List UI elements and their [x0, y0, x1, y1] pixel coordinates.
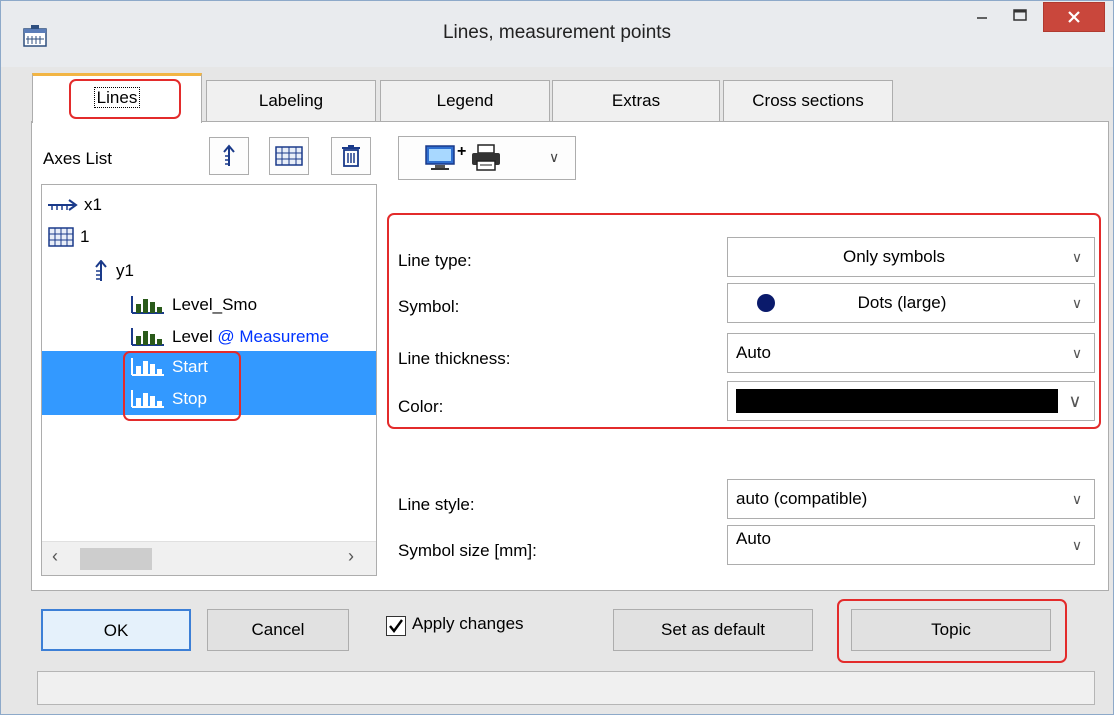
- axes-list-label: Axes List: [43, 149, 112, 168]
- chevron-down-icon: ∨: [1071, 344, 1083, 361]
- close-icon: [1068, 11, 1080, 23]
- tab-label: Cross sections: [752, 91, 864, 110]
- line-style-value: auto (compatible): [736, 489, 868, 508]
- grid-icon: [275, 146, 303, 166]
- tree-item-label: Level_Smo: [172, 295, 258, 314]
- tab-label: Lines: [93, 87, 141, 108]
- tree-item-label: Level: [172, 327, 213, 346]
- topic-button[interactable]: Topic: [851, 609, 1051, 651]
- symbol-value: Dots (large): [857, 293, 947, 312]
- apply-changes-checkbox[interactable]: [386, 616, 406, 636]
- chevron-down-icon: ∨: [1071, 294, 1083, 311]
- tree-item-grid-1[interactable]: 1: [48, 221, 89, 253]
- axis-add-icon: [223, 144, 235, 166]
- symbol-select[interactable]: Dots (large) ∨: [727, 283, 1095, 323]
- line-thickness-label: Line thickness:: [398, 349, 511, 368]
- tree-item-level-smo[interactable]: Level_Smo: [130, 289, 257, 321]
- line-style-select[interactable]: auto (compatible) ∨: [727, 479, 1095, 519]
- set-default-button[interactable]: Set as default: [613, 609, 813, 651]
- color-select[interactable]: ∨: [727, 381, 1095, 421]
- tree-item-label: 1: [80, 227, 90, 246]
- monitor-icon: [425, 145, 455, 170]
- device-selector[interactable]: + ∨: [398, 136, 576, 180]
- line-thickness-value: Auto: [736, 343, 771, 362]
- chevron-down-icon: ∨: [1071, 490, 1083, 507]
- apply-changes-label[interactable]: Apply changes: [412, 614, 524, 634]
- tab-lines[interactable]: Lines: [32, 73, 202, 123]
- maximize-icon[interactable]: [1005, 1, 1035, 33]
- tree-item-label: Stop: [172, 389, 207, 408]
- window-title: Lines, measurement points: [442, 22, 672, 43]
- channel-icon: [131, 358, 164, 376]
- add-axis-button[interactable]: [209, 137, 249, 175]
- tab-legend[interactable]: Legend: [380, 80, 550, 122]
- color-swatch: [736, 389, 1058, 413]
- channel-icon: [131, 328, 164, 346]
- tab-label: Labeling: [258, 91, 324, 110]
- dot-symbol-icon: [757, 294, 775, 312]
- tree-item-level[interactable]: Level @ Measureme: [130, 321, 329, 353]
- line-type-value: Only symbols: [842, 247, 946, 266]
- cancel-button[interactable]: Cancel: [207, 609, 349, 651]
- tree-item-label: y1: [116, 261, 134, 280]
- title-bar[interactable]: Lines, measurement points: [1, 1, 1113, 67]
- tree-item-stop[interactable]: Stop: [42, 383, 376, 415]
- tree-item-source: @ Measureme: [217, 327, 330, 346]
- printer-icon: [472, 144, 500, 171]
- chevron-down-icon: ∨: [1071, 536, 1083, 553]
- trash-icon: [342, 145, 360, 167]
- tree-item-label: x1: [84, 195, 102, 214]
- line-style-label: Line style:: [398, 495, 475, 514]
- symbol-size-value: Auto: [736, 529, 771, 548]
- tab-label: Extras: [611, 91, 661, 110]
- x-axis-icon: [48, 199, 78, 211]
- delete-button[interactable]: [331, 137, 371, 175]
- scroll-right-icon[interactable]: ›: [348, 546, 354, 567]
- chevron-down-icon: ∨: [1068, 390, 1082, 411]
- color-label: Color:: [398, 397, 444, 416]
- symbol-size-select[interactable]: Auto ∨: [727, 525, 1095, 565]
- channel-icon: [131, 296, 164, 314]
- line-type-select[interactable]: Only symbols ∨: [727, 237, 1095, 277]
- scroll-thumb[interactable]: [80, 548, 152, 570]
- y-axis-icon: [95, 260, 107, 281]
- symbol-label: Symbol:: [398, 297, 460, 316]
- chevron-down-icon: ∨: [1071, 248, 1083, 265]
- tree-item-y1[interactable]: y1: [92, 255, 134, 287]
- chevron-down-icon: ∨: [549, 149, 560, 165]
- tree-item-x1[interactable]: x1: [46, 189, 102, 221]
- add-grid-button[interactable]: [269, 137, 309, 175]
- scroll-left-icon[interactable]: ‹: [52, 546, 58, 567]
- plus-sign: +: [457, 143, 467, 160]
- status-bar: [37, 671, 1095, 705]
- tab-cross-sections[interactable]: Cross sections: [723, 80, 893, 122]
- checkmark-icon: [389, 619, 403, 633]
- horizontal-scrollbar[interactable]: ‹ ›: [42, 541, 376, 575]
- tab-labeling[interactable]: Labeling: [206, 80, 376, 122]
- tree-item-start[interactable]: Start: [42, 351, 376, 383]
- minimize-icon[interactable]: [967, 1, 997, 33]
- grid-icon: [48, 227, 74, 247]
- dialog-window: Lines, measurement points Lines Labeling…: [0, 0, 1114, 715]
- axes-tree[interactable]: x1 1 y1 Level_Smo Level @ Measureme Star…: [41, 184, 377, 576]
- ok-button[interactable]: OK: [41, 609, 191, 651]
- symbol-size-label: Symbol size [mm]:: [398, 541, 537, 560]
- channel-icon: [131, 390, 164, 408]
- tab-label: Legend: [436, 91, 494, 110]
- tree-item-label: Start: [172, 357, 208, 376]
- line-type-label: Line type:: [398, 251, 472, 270]
- line-thickness-select[interactable]: Auto ∨: [727, 333, 1095, 373]
- tab-extras[interactable]: Extras: [552, 80, 720, 122]
- close-button[interactable]: [1043, 2, 1105, 32]
